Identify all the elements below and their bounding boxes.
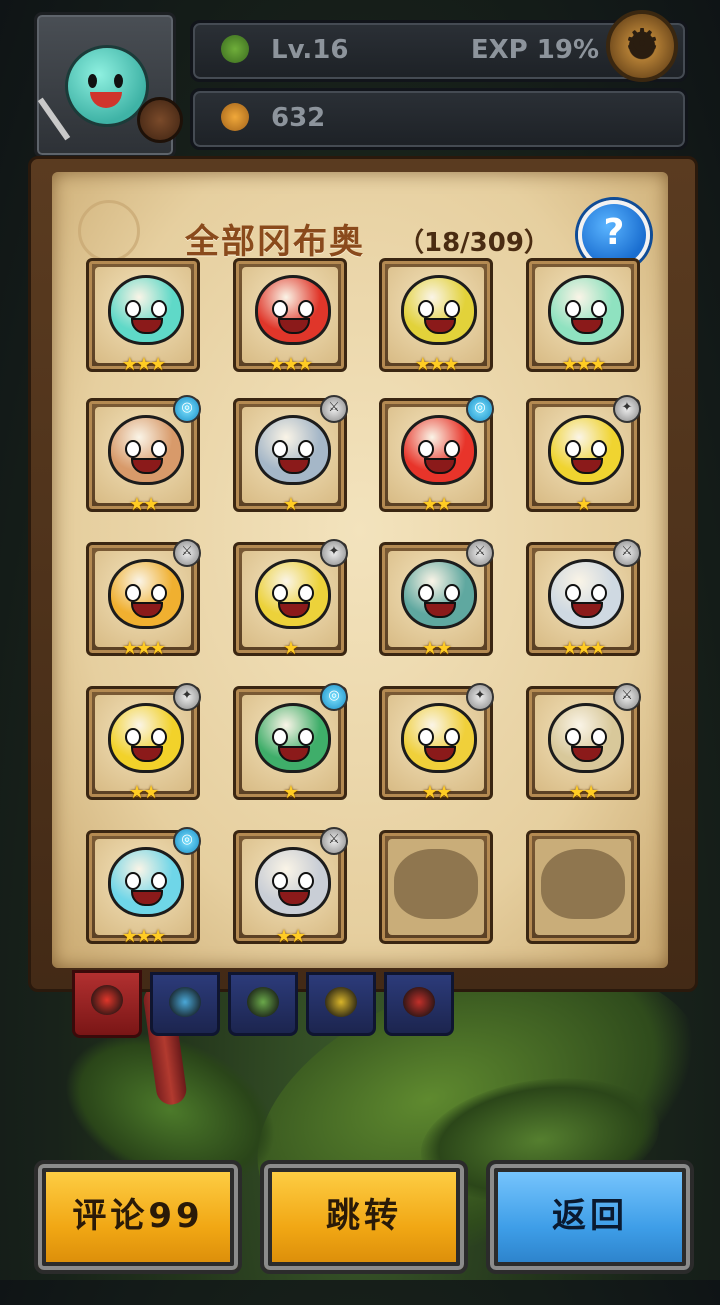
monster-portrait (108, 847, 184, 917)
monster-portrait (108, 559, 184, 629)
monster-portrait (548, 703, 624, 773)
star-rating: ★★ (275, 926, 306, 947)
star-rating: ★★★ (561, 638, 606, 659)
monster-portrait (255, 275, 331, 345)
clover-icon (221, 35, 249, 63)
star-rating: ★★ (421, 494, 452, 515)
currency-amount: 632 (271, 103, 326, 133)
monster-card[interactable]: ★★★ (86, 258, 200, 375)
level-label: Lv.16 (271, 35, 349, 65)
settings-gear-icon[interactable]: ⚙ (606, 10, 678, 82)
seed-pouch-icon (221, 103, 249, 131)
equipment-badge-icon: ⚔ (613, 539, 641, 567)
monster-card[interactable]: ★★ ◎ (379, 395, 494, 515)
currency-bar: 632 (190, 88, 688, 150)
monster-portrait (401, 703, 477, 773)
equipment-badge-icon: ◎ (173, 827, 201, 855)
tab-red[interactable] (384, 972, 454, 1036)
monster-card[interactable]: ★★★ ⚔ (526, 539, 641, 659)
monster-card[interactable]: ★ ⚔ (233, 395, 348, 515)
shield-icon (137, 97, 183, 143)
monster-portrait (548, 275, 624, 345)
star-rating: ★ (575, 494, 592, 515)
equipment-badge-icon: ⚔ (320, 827, 348, 855)
star-rating: ★ (282, 782, 299, 803)
tab-green[interactable] (228, 972, 298, 1036)
monster-card[interactable]: ★★★ (233, 258, 347, 375)
equipment-badge-icon: ⚔ (613, 683, 641, 711)
star-rating: ★★ (421, 782, 452, 803)
faction-icon (169, 987, 201, 1017)
sword-icon (37, 97, 71, 141)
collection-count: （18/309） (398, 228, 550, 258)
faction-icon (247, 987, 279, 1017)
equipment-badge-icon: ✦ (173, 683, 201, 711)
star-rating: ★★★ (121, 354, 166, 375)
star-rating: ★★ (128, 494, 159, 515)
monster-card[interactable]: ★★★ (526, 258, 640, 375)
equipment-badge-icon: ◎ (466, 395, 494, 423)
star-rating: ★★★ (121, 926, 166, 947)
faction-icon (91, 985, 123, 1015)
star-rating: ★★★ (121, 638, 166, 659)
tab-all[interactable] (72, 970, 142, 1038)
back-button[interactable]: 返回 (486, 1160, 694, 1274)
equipment-badge-icon: ⚔ (466, 539, 494, 567)
monster-card[interactable]: ★ ✦ (526, 395, 641, 515)
jump-button[interactable]: 跳转 (260, 1160, 468, 1274)
star-rating: ★★ (568, 782, 599, 803)
monster-card[interactable]: ★★ ⚔ (526, 683, 641, 803)
monster-card[interactable]: ★ ✦ (233, 539, 348, 659)
equipment-badge-icon: ✦ (466, 683, 494, 711)
monster-portrait (108, 415, 184, 485)
collection-title: 全部冈布奥 (185, 222, 365, 262)
monster-card[interactable]: ★★ ◎ (86, 395, 201, 515)
tab-yellow[interactable] (306, 972, 376, 1036)
locked-monster-card[interactable] (526, 830, 640, 944)
monster-card[interactable]: ★ ◎ (233, 683, 348, 803)
monster-card[interactable]: ★★★ ⚔ (86, 539, 201, 659)
equipment-badge-icon: ◎ (173, 395, 201, 423)
star-rating: ★★★ (561, 354, 606, 375)
faction-icon (403, 987, 435, 1017)
monster-card[interactable]: ★★ ✦ (86, 683, 201, 803)
faction-icon (325, 987, 357, 1017)
star-rating: ★ (282, 638, 299, 659)
monster-portrait (401, 415, 477, 485)
equipment-badge-icon: ⚔ (173, 539, 201, 567)
locked-monster-card[interactable] (379, 830, 493, 944)
monster-card[interactable]: ★★ ✦ (379, 683, 494, 803)
star-rating: ★★ (421, 638, 452, 659)
monster-portrait (401, 559, 477, 629)
monster-card[interactable]: ★★ ⚔ (379, 539, 494, 659)
monster-portrait (255, 703, 331, 773)
equipment-badge-icon: ⚔ (320, 395, 348, 423)
avatar-face (65, 45, 149, 127)
monster-portrait (548, 415, 624, 485)
star-rating: ★★★ (268, 354, 313, 375)
player-avatar[interactable] (34, 12, 183, 158)
monster-portrait (255, 559, 331, 629)
equipment-badge-icon: ◎ (320, 683, 348, 711)
tab-blue[interactable] (150, 972, 220, 1036)
monster-portrait (108, 275, 184, 345)
monster-silhouette (541, 849, 625, 919)
monster-portrait (548, 559, 624, 629)
crest-emblem-icon (78, 200, 140, 262)
star-rating: ★★ (128, 782, 159, 803)
monster-portrait (255, 847, 331, 917)
star-rating: ★★★ (414, 354, 459, 375)
star-rating: ★ (282, 494, 299, 515)
equipment-badge-icon: ✦ (613, 395, 641, 423)
monster-silhouette (394, 849, 478, 919)
monster-card[interactable]: ★★★ ◎ (86, 827, 201, 947)
monster-card[interactable]: ★★ ⚔ (233, 827, 348, 947)
monster-portrait (401, 275, 477, 345)
monster-portrait (108, 703, 184, 773)
exp-label: EXP 19% (470, 35, 599, 65)
monster-portrait (255, 415, 331, 485)
comment-button[interactable]: 评论99 (34, 1160, 242, 1274)
equipment-badge-icon: ✦ (320, 539, 348, 567)
monster-card[interactable]: ★★★ (379, 258, 493, 375)
